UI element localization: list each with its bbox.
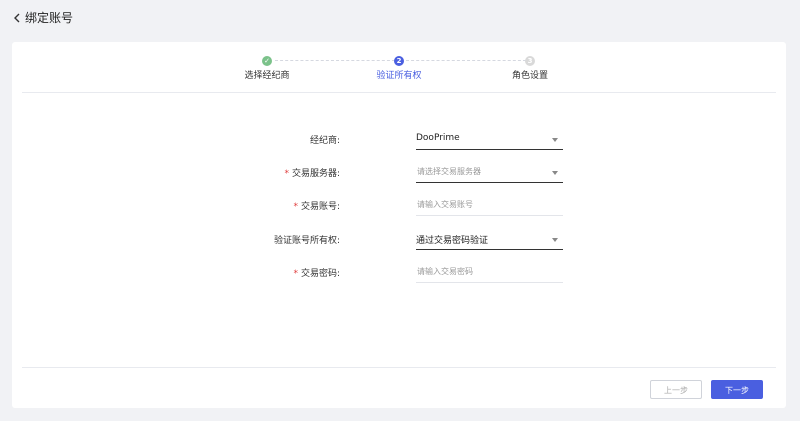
field-label: * 交易服务器: [284,169,340,179]
step-number: 2 [394,56,404,66]
chevron-down-icon [552,138,558,142]
step-label: 选择经纪商 [244,71,290,81]
input-placeholder: 请输入交易密码 [417,267,473,276]
form-row-server: * 交易服务器: 请选择交易服务器 [12,162,786,184]
field-label: * 交易账号: [293,202,340,212]
broker-select[interactable]: DooPrime [416,129,563,150]
check-icon: ✓ [262,56,272,66]
step-select-broker: ✓ 选择经纪商 [207,56,327,82]
field-label: * 交易密码: [293,269,340,279]
step-label: 验证所有权 [376,71,422,81]
page-header: 绑定账号 [0,0,800,36]
select-value: 通过交易密码验证 [416,236,489,246]
chevron-left-icon[interactable] [12,12,22,24]
next-step-button[interactable]: 下一步 [711,380,763,399]
divider [22,92,776,93]
password-input[interactable]: 请输入交易密码 [416,262,563,283]
stepper: ✓ 选择经纪商 2 验证所有权 3 角色设置 [12,42,786,92]
divider [22,367,776,368]
required-marker: * [293,269,298,279]
select-placeholder: 请选择交易服务器 [417,167,481,176]
verify-method-select[interactable]: 通过交易密码验证 [416,229,563,250]
form-row-account: * 交易账号: 请输入交易账号 [12,195,786,217]
previous-step-button[interactable]: 上一步 [650,380,702,399]
input-placeholder: 请输入交易账号 [417,200,473,209]
form-row-broker: 经纪商: DooPrime [12,129,786,151]
field-label: 经纪商: [309,136,340,146]
form-row-verify-method: 验证账号所有权: 通过交易密码验证 [12,229,786,251]
select-value: DooPrime [416,133,460,143]
step-verify-ownership: 2 验证所有权 [339,56,459,82]
bind-account-card: ✓ 选择经纪商 2 验证所有权 3 角色设置 经纪商: DooPrime * 交易… [12,42,786,408]
required-marker: * [293,202,298,212]
chevron-down-icon [552,171,558,175]
step-role-settings: 3 角色设置 [470,56,590,82]
required-marker: * [284,169,289,179]
account-input[interactable]: 请输入交易账号 [416,195,563,216]
field-label: 验证账号所有权: [273,236,340,246]
page-title: 绑定账号 [25,11,74,25]
server-select[interactable]: 请选择交易服务器 [416,162,563,183]
step-label: 角色设置 [511,71,548,81]
form-row-password: * 交易密码: 请输入交易密码 [12,262,786,284]
step-number: 3 [525,56,535,66]
chevron-down-icon [552,238,558,242]
